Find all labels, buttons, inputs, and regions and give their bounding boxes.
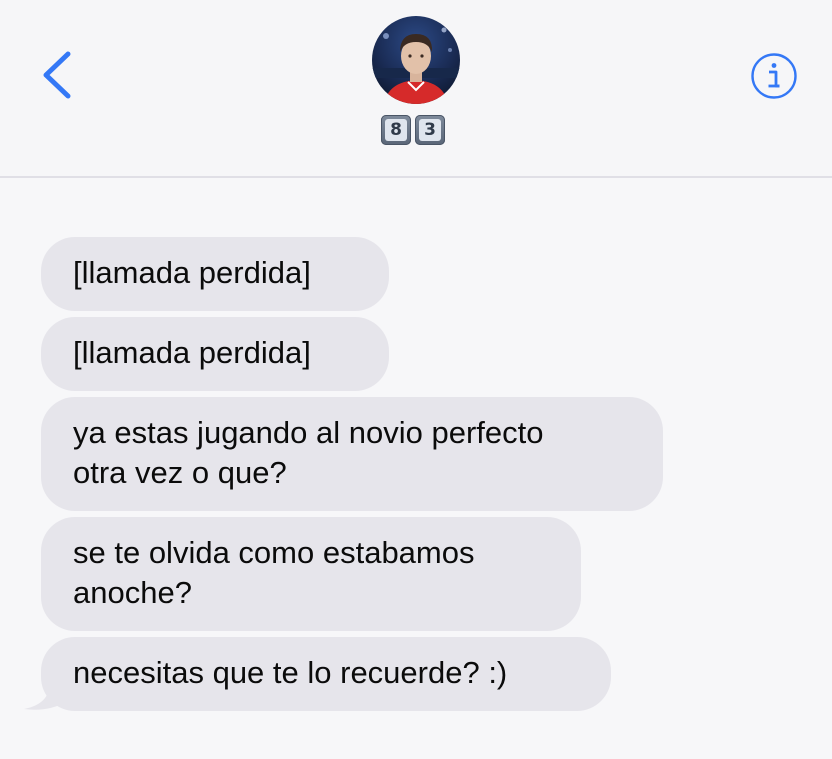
incoming-message-bubble[interactable]: ya estas jugando al novio perfecto otra … [41,397,663,511]
keycap-digit: 3 [415,115,445,145]
info-circle-icon [751,53,797,99]
bubble-tail [24,650,66,710]
incoming-message-bubble[interactable]: [llamada perdida] [41,237,389,311]
incoming-message-bubble[interactable]: se te olvida como estabamos anoche? [41,517,581,631]
incoming-message-bubble[interactable]: [llamada perdida] [41,317,389,391]
contact-name[interactable]: 8 3 [381,115,445,145]
conversation-header: 8 3 [0,0,832,178]
keycap-digit: 8 [381,115,411,145]
contact-avatar[interactable] [372,16,460,104]
info-button[interactable] [750,52,798,100]
back-button[interactable] [34,48,84,102]
chevron-left-icon [43,51,71,99]
incoming-message-bubble[interactable]: necesitas que te lo recuerde? :) [41,637,611,711]
messages-screen: 8 3 [llamada perdida] [llamada perdida] … [0,0,832,759]
